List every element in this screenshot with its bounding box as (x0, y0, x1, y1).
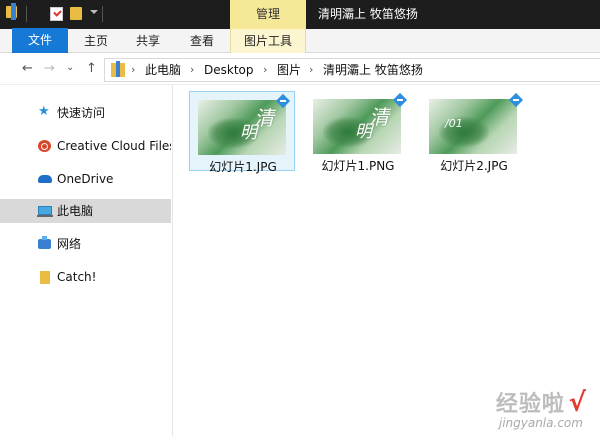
navigation-pane: ★ 快速访问 Creative Cloud Files OneDrive 此电脑… (0, 85, 172, 436)
breadcrumb-separator[interactable]: › (263, 59, 267, 81)
new-folder-icon[interactable] (70, 7, 82, 20)
breadcrumb-separator[interactable]: › (309, 59, 313, 81)
breadcrumb-separator[interactable]: › (190, 59, 194, 81)
sidebar-item-creative-cloud[interactable]: Creative Cloud Files (0, 134, 171, 158)
back-arrow-icon[interactable]: ← (22, 62, 33, 76)
tab-view[interactable]: 查看 (174, 29, 230, 53)
checkmark-icon: √ (568, 388, 586, 418)
breadcrumb-desktop[interactable]: Desktop (204, 59, 254, 81)
thumbnail-calligraphy: 清 (254, 106, 274, 130)
sidebar-item-label: 网络 (57, 237, 82, 251)
sidebar-item-label: OneDrive (57, 172, 114, 186)
sidebar-item-label: Catch! (57, 270, 97, 284)
folder-icon (40, 271, 50, 284)
tab-home[interactable]: 主页 (70, 29, 122, 53)
file-tile[interactable]: /01 幻灯片2.JPG (421, 91, 527, 173)
sidebar-item-label: Creative Cloud Files (57, 139, 171, 153)
network-icon (38, 236, 51, 249)
sync-status-icon (276, 94, 290, 108)
file-tile[interactable]: 清 明 幻灯片1.JPG (189, 91, 295, 174)
tab-share[interactable]: 共享 (122, 29, 174, 53)
sidebar-item-label: 此电脑 (57, 204, 94, 218)
folder-properties-icon[interactable] (6, 3, 17, 20)
image-thumbnail: /01 (429, 99, 517, 154)
tab-picture-tools[interactable]: 图片工具 (230, 29, 306, 53)
breadcrumb-current-folder[interactable]: 清明灞上 牧笛悠扬 (323, 59, 423, 81)
breadcrumb-separator[interactable]: › (131, 59, 135, 81)
file-tile[interactable]: 清 明 幻灯片1.PNG (305, 91, 411, 173)
watermark-text: 经验啦 (495, 392, 565, 417)
pictures-folder-icon (111, 61, 125, 77)
thumbnail-number: /01 (445, 117, 463, 130)
up-arrow-icon[interactable]: ↑ (86, 62, 97, 76)
thumbnail-calligraphy: 清 (369, 105, 389, 129)
recent-locations-chevron-icon[interactable]: ⌄ (66, 61, 74, 75)
sidebar-item-this-pc[interactable]: 此电脑 (0, 199, 171, 223)
creative-cloud-icon (38, 140, 51, 152)
title-bar: 管理 清明灞上 牧笛悠扬 (0, 0, 600, 29)
sync-status-icon (393, 93, 407, 107)
quick-access-separator (102, 6, 103, 22)
file-name: 幻灯片1.PNG (321, 159, 395, 173)
thumbnail-calligraphy: 明 (240, 123, 257, 143)
breadcrumb-pictures[interactable]: 图片 (277, 59, 301, 81)
customize-toolbar-chevron-icon[interactable] (90, 10, 98, 14)
sidebar-item-quick-access[interactable]: ★ 快速访问 (0, 101, 171, 125)
sidebar-item-catch[interactable]: Catch! (0, 265, 171, 289)
quick-access-separator (26, 6, 27, 22)
image-thumbnail: 清 明 (313, 99, 401, 154)
window-title: 清明灞上 牧笛悠扬 (318, 7, 418, 21)
sync-status-icon (509, 93, 523, 107)
file-name: 幻灯片1.JPG (209, 160, 277, 174)
breadcrumb-this-pc[interactable]: 此电脑 (145, 59, 181, 81)
file-list: 清 明 幻灯片1.JPG 清 明 幻灯片1.PNG /01 幻灯片2.JPG (173, 85, 600, 436)
computer-icon (37, 206, 53, 217)
properties-icon[interactable] (50, 7, 63, 21)
sidebar-item-label: 快速访问 (57, 106, 106, 120)
cloud-icon (38, 175, 52, 183)
forward-arrow-icon[interactable]: → (44, 62, 55, 76)
sidebar-item-network[interactable]: 网络 (0, 232, 171, 256)
tab-manage-context[interactable]: 管理 (230, 0, 306, 29)
image-thumbnail: 清 明 (198, 100, 286, 155)
tab-file[interactable]: 文件 (12, 28, 68, 53)
ribbon-tabs: 文件 主页 共享 查看 图片工具 (0, 28, 600, 53)
watermark: 经验啦 √ jingyanla.com (496, 386, 586, 430)
address-bar[interactable]: › 此电脑 › Desktop › 图片 › 清明灞上 牧笛悠扬 (104, 58, 600, 82)
navigation-bar: ← → ⌄ ↑ › 此电脑 › Desktop › 图片 › 清明灞上 牧笛悠扬 (0, 54, 600, 85)
thumbnail-calligraphy: 明 (355, 122, 372, 142)
watermark-url: jingyanla.com (498, 416, 583, 430)
file-name: 幻灯片2.JPG (440, 159, 508, 173)
sidebar-item-onedrive[interactable]: OneDrive (0, 167, 171, 191)
star-icon: ★ (38, 104, 50, 119)
